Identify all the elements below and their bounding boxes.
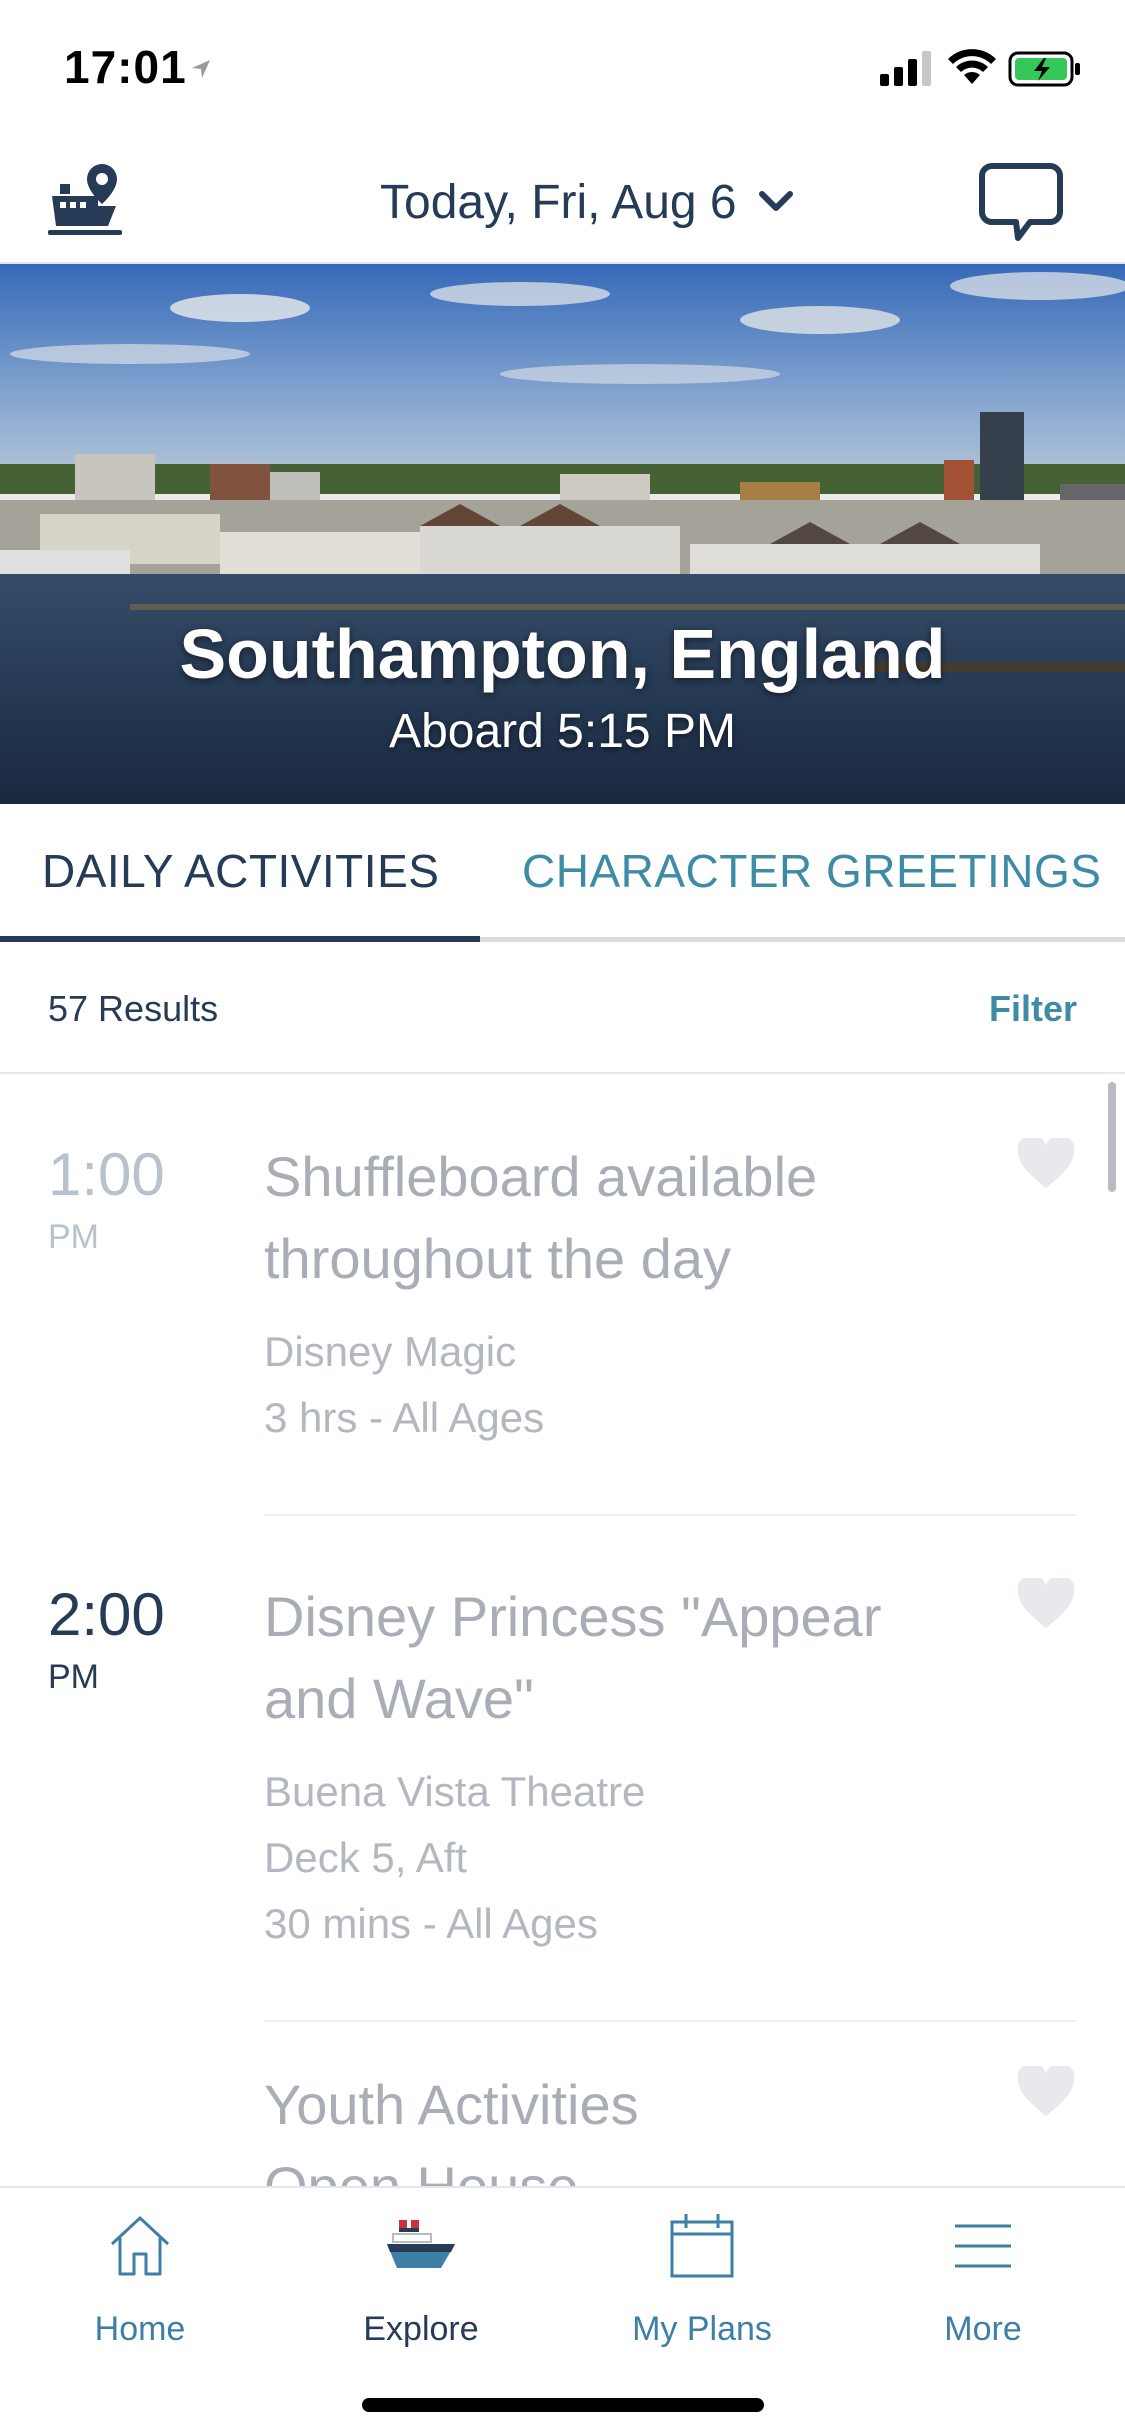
aboard-time: Aboard 5:15 PM <box>389 705 736 758</box>
battery-charging-icon <box>1008 51 1080 87</box>
activity-tabs: DAILY ACTIVITIES CHARACTER GREETINGS <box>0 804 1125 942</box>
chat-bubble-icon[interactable] <box>978 160 1064 244</box>
activity-ampm: PM <box>48 1658 99 1696</box>
nav-my-plans[interactable]: My Plans <box>562 2210 842 2349</box>
activity-time: 2:00 <box>48 1581 165 1648</box>
activity-deck: Deck 5, Aft <box>264 1834 468 1881</box>
tab-character-greetings[interactable]: CHARACTER GREETINGS <box>522 844 1101 898</box>
nav-more[interactable]: More <box>843 2210 1123 2349</box>
app-header: Today, Fri, Aug 6 <box>0 140 1125 264</box>
list-item[interactable]: 1:00 PM Shuffleboard available throughou… <box>0 1076 1125 1516</box>
scrollbar[interactable] <box>1108 1082 1116 1192</box>
port-hero-image: Southampton, England Aboard 5:15 PM <box>0 264 1125 804</box>
date-selector[interactable]: Today, Fri, Aug 6 <box>380 170 793 234</box>
activity-time: 1:00 <box>48 1141 165 1208</box>
location-arrow-icon <box>192 60 210 78</box>
activity-title: Shuffleboard available throughout the da… <box>264 1145 818 1290</box>
status-bar: 17:01 <box>0 0 1125 140</box>
activity-location: Disney Magic <box>264 1328 517 1375</box>
results-bar: 57 Results Filter <box>0 942 1125 1074</box>
menu-icon <box>955 2224 1011 2268</box>
status-time: 17:01 <box>64 41 187 93</box>
signal-icon <box>880 51 931 86</box>
wifi-icon <box>948 49 996 84</box>
cruise-ship-icon <box>387 2220 455 2268</box>
results-count: 57 Results <box>48 988 219 1029</box>
filter-button[interactable]: Filter <box>989 988 1077 1030</box>
activity-duration: 3 hrs - All Ages <box>264 1394 545 1441</box>
home-icon <box>110 2216 170 2276</box>
date-label: Today, Fri, Aug 6 <box>380 175 737 229</box>
activity-duration: 30 mins - All Ages <box>264 1900 598 1947</box>
activity-location: Buena Vista Theatre <box>264 1768 646 1815</box>
nav-explore[interactable]: Explore <box>281 2210 561 2349</box>
list-item[interactable]: 2:00 PM Disney Princess "Appear and Wave… <box>0 1516 1125 2022</box>
heart-icon[interactable] <box>1016 1578 1076 1630</box>
activity-title: Disney Princess "Appear and Wave" <box>264 1585 882 1730</box>
heart-icon[interactable] <box>1016 2066 1076 2118</box>
activity-list[interactable]: 1:00 PM Shuffleboard available throughou… <box>0 1076 1125 2186</box>
ship-pin-icon[interactable] <box>46 160 132 242</box>
tab-daily-activities[interactable]: DAILY ACTIVITIES <box>42 844 439 898</box>
list-item[interactable]: Youth Activities Open House <box>0 2022 1125 2186</box>
home-indicator[interactable] <box>362 2398 764 2412</box>
heart-icon[interactable] <box>1016 1138 1076 1190</box>
chevron-down-icon <box>758 191 793 211</box>
activity-ampm: PM <box>48 1218 99 1256</box>
activity-title: Youth Activities Open House <box>264 2073 639 2186</box>
nav-home[interactable]: Home <box>0 2210 280 2349</box>
port-name: Southampton, England <box>179 615 946 693</box>
calendar-icon <box>670 2214 734 2278</box>
